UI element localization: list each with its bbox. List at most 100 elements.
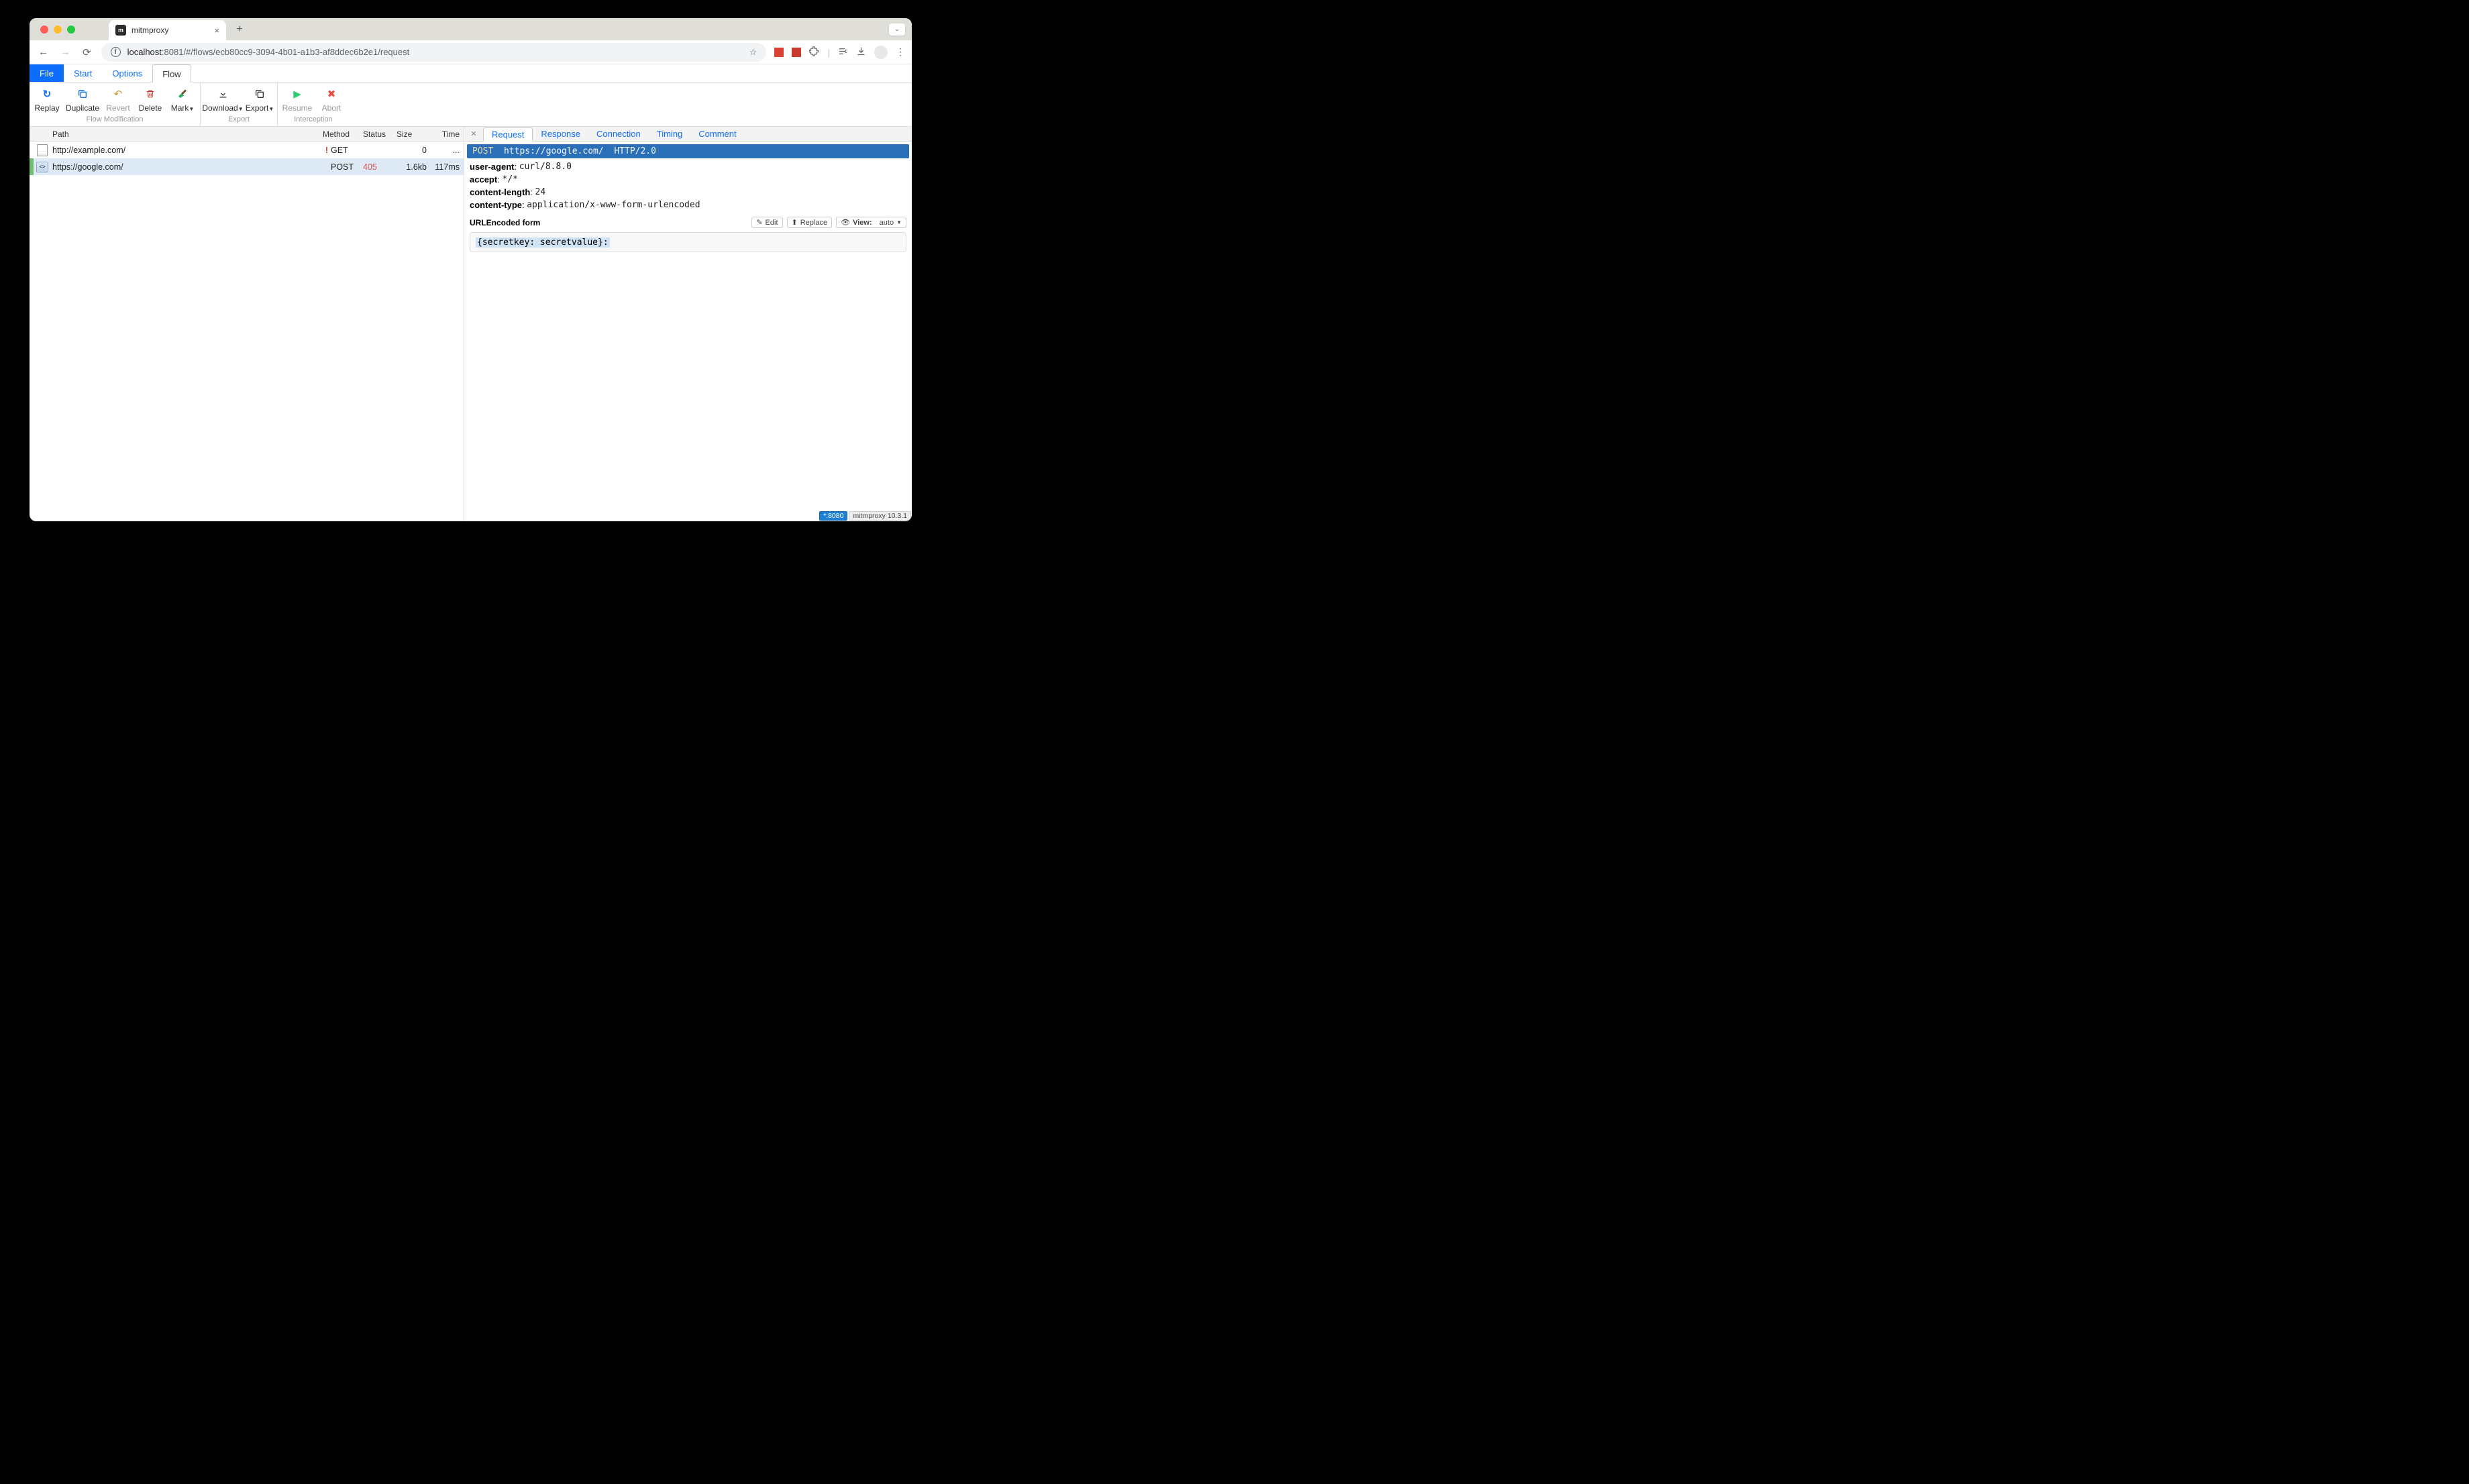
- upload-icon: ⬆: [792, 218, 798, 227]
- forward-button[interactable]: →: [58, 46, 72, 58]
- body-section-title: URLEncoded form: [470, 218, 540, 227]
- header-row: content-type: application/x-www-form-url…: [470, 199, 906, 212]
- flow-detail-pane: ✕ Request Response Connection Timing Com…: [464, 127, 912, 521]
- flow-size: 0: [397, 146, 427, 155]
- maximize-window-button[interactable]: [67, 25, 75, 34]
- ribbon-label-modification: Flow Modification: [30, 114, 200, 126]
- col-status[interactable]: Status: [363, 129, 397, 139]
- reading-list-icon[interactable]: [838, 46, 848, 58]
- revert-button[interactable]: ↶ Revert: [102, 84, 134, 114]
- tab-comment[interactable]: Comment: [690, 127, 744, 141]
- listen-port-chip[interactable]: *:8080: [819, 511, 847, 521]
- request-headers: user-agent: curl/8.8.0 accept: */* conte…: [464, 158, 912, 213]
- download-icon: [218, 88, 228, 100]
- col-size[interactable]: Size: [397, 129, 427, 139]
- browser-tabbar: m mitmproxy × + ⌄: [30, 18, 912, 40]
- downloads-icon[interactable]: [856, 46, 866, 58]
- request-method: POST: [472, 146, 493, 156]
- html-icon: <>: [36, 162, 48, 172]
- menu-flow[interactable]: Flow: [152, 64, 191, 83]
- col-path[interactable]: Path: [51, 129, 323, 139]
- flow-list-pane: Path Method Status Size Time http://exam…: [30, 127, 464, 521]
- flow-path: https://google.com/: [51, 162, 323, 172]
- delete-button[interactable]: Delete: [134, 84, 166, 114]
- resume-button[interactable]: ▶ Resume: [279, 84, 315, 114]
- tab-timing[interactable]: Timing: [649, 127, 691, 141]
- eye-icon: 👁: [841, 218, 850, 227]
- address-bar[interactable]: i localhost:8081/#/flows/ecb80cc9-3094-4…: [101, 43, 767, 62]
- extension-icon-1[interactable]: [774, 48, 784, 57]
- col-method[interactable]: Method: [323, 129, 363, 139]
- paint-icon: [177, 88, 188, 100]
- flow-method: POST: [331, 162, 363, 172]
- close-tab-icon[interactable]: ×: [214, 25, 219, 36]
- request-url: https://google.com/: [504, 146, 604, 156]
- close-window-button[interactable]: [40, 25, 48, 34]
- menu-start[interactable]: Start: [64, 64, 102, 82]
- flow-row[interactable]: http://example.com/ ! GET 0 ...: [30, 142, 464, 158]
- ribbon-label-interception: Interception: [278, 114, 349, 126]
- profile-avatar[interactable]: [874, 46, 888, 59]
- flow-row[interactable]: <> https://google.com/ POST 405 1.6kb 11…: [30, 158, 464, 175]
- flow-size: 1.6kb: [397, 162, 427, 172]
- caret-down-icon: ▼: [896, 219, 902, 225]
- menu-options[interactable]: Options: [102, 64, 152, 82]
- extension-icon-2[interactable]: [792, 48, 801, 57]
- flow-method: GET: [331, 146, 363, 155]
- flow-table-header: Path Method Status Size Time: [30, 127, 464, 142]
- tab-response[interactable]: Response: [533, 127, 588, 141]
- bookmark-icon[interactable]: ☆: [749, 47, 757, 58]
- revert-icon: ↶: [114, 88, 123, 100]
- site-info-icon[interactable]: i: [111, 47, 121, 57]
- intercept-indicator: !: [323, 146, 331, 155]
- copy-icon: [254, 88, 265, 100]
- extension-icons: | ⋮: [774, 46, 905, 59]
- browser-tab[interactable]: m mitmproxy ×: [109, 20, 226, 40]
- extensions-menu-icon[interactable]: [809, 46, 819, 58]
- chrome-menu-icon[interactable]: ⋮: [896, 46, 905, 58]
- caret-down-icon: ▼: [238, 106, 244, 112]
- version-chip: mitmproxy 10.3.1: [849, 511, 911, 521]
- minimize-window-button[interactable]: [54, 25, 62, 34]
- trash-icon: [146, 88, 155, 100]
- view-mode-button[interactable]: 👁 View: auto ▼: [836, 217, 906, 228]
- flow-time: 117ms: [427, 162, 464, 172]
- duplicate-button[interactable]: Duplicate: [63, 84, 102, 114]
- browser-window: m mitmproxy × + ⌄ ← → ⟳ i localhost:8081…: [30, 18, 912, 521]
- play-icon: ▶: [293, 88, 301, 100]
- body-toolbar: URLEncoded form ✎Edit ⬆Replace 👁 View: a…: [464, 215, 912, 229]
- app-menubar: File Start Options Flow: [30, 64, 912, 83]
- close-detail-button[interactable]: ✕: [468, 128, 480, 140]
- menu-file[interactable]: File: [30, 64, 64, 82]
- edit-body-button[interactable]: ✎Edit: [751, 217, 782, 228]
- browser-toolbar: ← → ⟳ i localhost:8081/#/flows/ecb80cc9-…: [30, 40, 912, 64]
- replay-button[interactable]: ↻ Replay: [31, 84, 63, 114]
- detail-tabs: ✕ Request Response Connection Timing Com…: [464, 127, 912, 142]
- tab-title: mitmproxy: [132, 25, 168, 35]
- caret-down-icon: ▼: [189, 106, 194, 112]
- ribbon-group-modification: ↻ Replay Duplicate ↶ Revert: [30, 83, 201, 126]
- mitmproxy-favicon: m: [115, 25, 126, 36]
- pencil-icon: ✎: [756, 218, 762, 227]
- replace-body-button[interactable]: ⬆Replace: [787, 217, 833, 228]
- ribbon-label-export: Export: [201, 114, 277, 126]
- abort-button[interactable]: ✖ Abort: [315, 84, 348, 114]
- back-button[interactable]: ←: [36, 46, 50, 58]
- window-controls: [40, 25, 75, 34]
- close-icon: ✖: [327, 88, 336, 100]
- reload-button[interactable]: ⟳: [81, 46, 93, 58]
- tab-request[interactable]: Request: [483, 127, 533, 142]
- ribbon-group-interception: ▶ Resume ✖ Abort Interception: [278, 83, 349, 126]
- new-tab-button[interactable]: +: [230, 20, 249, 39]
- download-button[interactable]: Download▼: [202, 84, 244, 114]
- mark-button[interactable]: Mark▼: [166, 84, 199, 114]
- export-button[interactable]: Export▼: [244, 84, 276, 114]
- replay-icon: ↻: [43, 88, 52, 100]
- col-time[interactable]: Time: [427, 129, 464, 139]
- document-icon: [37, 144, 48, 156]
- request-http-version: HTTP/2.0: [614, 146, 656, 156]
- tab-connection[interactable]: Connection: [588, 127, 649, 141]
- status-bar: *:8080 mitmproxy 10.3.1: [464, 511, 912, 521]
- request-body: {secretkey: secretvalue}:: [470, 232, 906, 252]
- tab-overflow-button[interactable]: ⌄: [889, 23, 905, 36]
